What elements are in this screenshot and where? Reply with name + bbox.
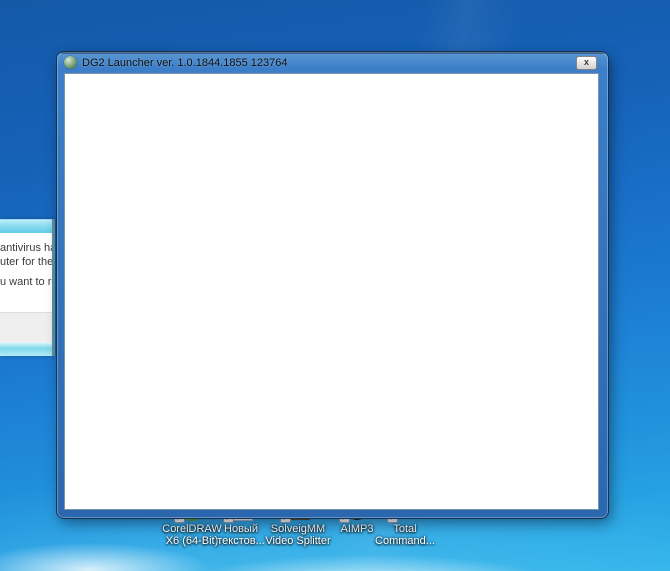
dialog-message-line: uter for the upd xyxy=(0,256,52,268)
dialog-button-area xyxy=(0,312,52,342)
dialog-glass-border-top xyxy=(0,219,52,233)
close-button[interactable]: x xyxy=(576,56,597,70)
dialog-message-line: u want to restar xyxy=(0,276,52,288)
desktop-icon-label: Total Command... xyxy=(375,523,435,547)
window-content-area xyxy=(64,73,599,510)
dialog-glass-border-bottom xyxy=(0,342,52,356)
app-icon xyxy=(64,56,77,69)
dialog-message: antivirus has be uter for the upd u want… xyxy=(0,233,52,312)
window-titlebar[interactable]: DG2 Launcher ver. 1.0.1844.1855 123764 x xyxy=(57,52,608,73)
window-title: DG2 Launcher ver. 1.0.1844.1855 123764 xyxy=(82,56,288,69)
dialog-message-line: antivirus has be xyxy=(0,242,52,254)
antivirus-dialog: antivirus has be uter for the upd u want… xyxy=(0,219,55,356)
launcher-window: DG2 Launcher ver. 1.0.1844.1855 123764 x xyxy=(57,52,608,518)
